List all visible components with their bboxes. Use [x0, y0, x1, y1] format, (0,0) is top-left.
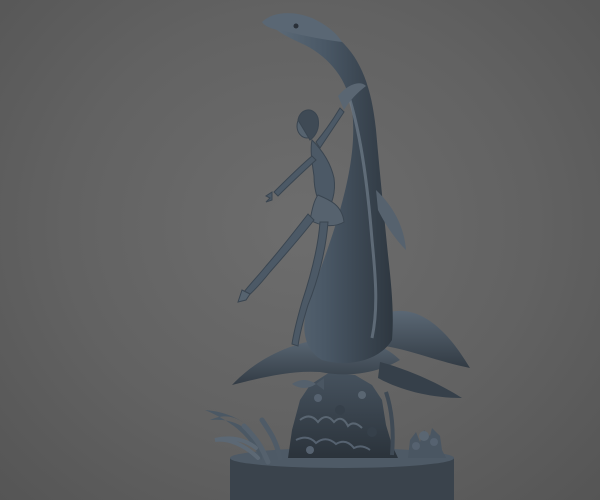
viewport-3d[interactable]	[0, 0, 600, 500]
sculpture-render	[205, 13, 470, 500]
coral-right	[384, 391, 446, 458]
